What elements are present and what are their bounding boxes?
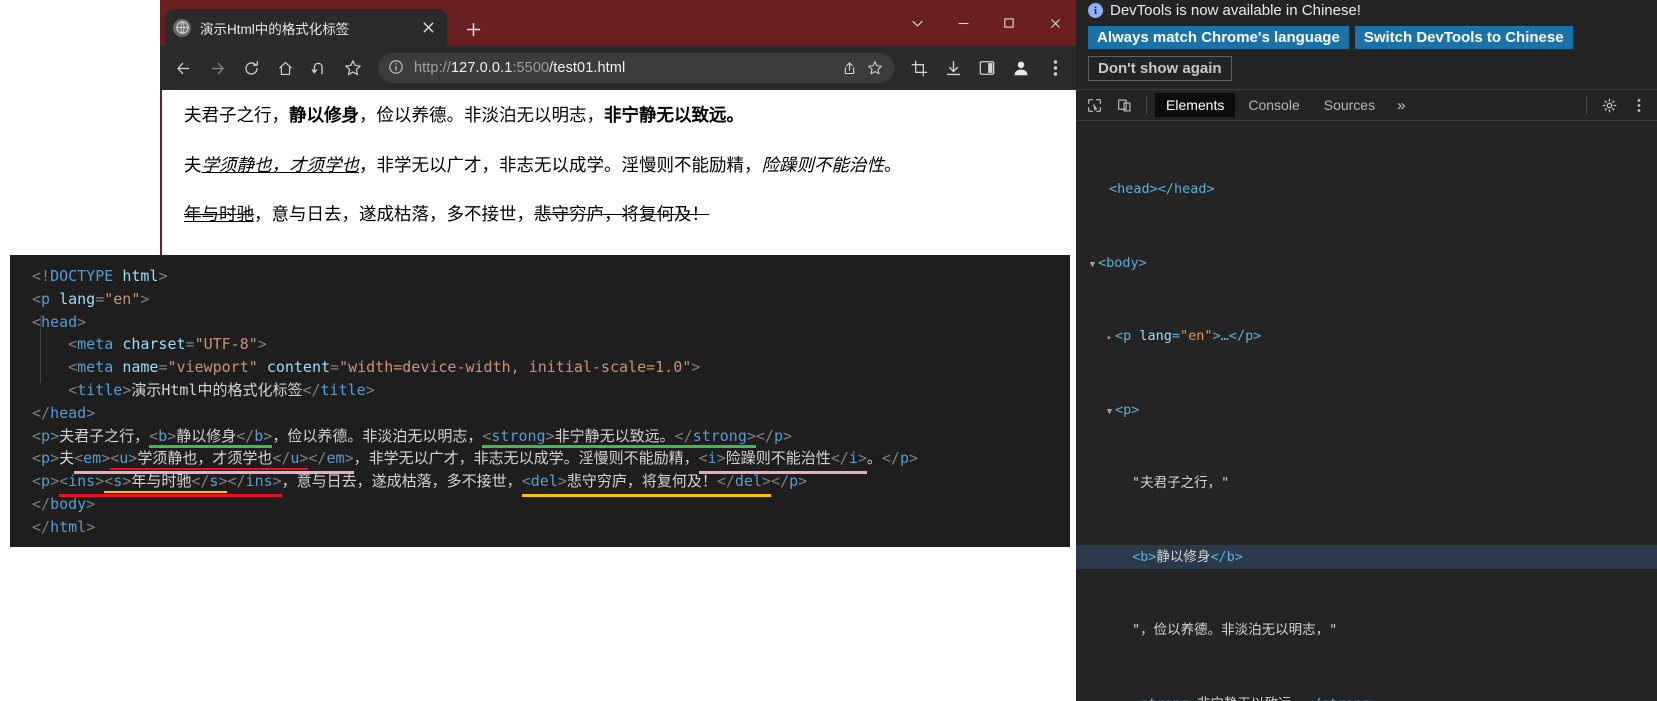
elements-tree[interactable]: ▸<head></head> ▼<body> ▸<p lang="en">…</… (1076, 121, 1657, 701)
p3-ins-strike: 年与时驰 (184, 204, 254, 225)
info-circle-icon: i (1088, 3, 1103, 18)
code-line: <p lang="en"> (32, 289, 150, 308)
inspect-element-icon[interactable] (1080, 92, 1108, 118)
tree-row[interactable]: ▸ <p lang="en">…</p> (1076, 324, 1657, 349)
page-paragraph-3: 年与时驰，意与日去，遂成枯落，多不接世，悲守穷庐，将复何及！ (184, 203, 1060, 227)
tree-row-selected[interactable]: <b>静以修身</b> (1076, 544, 1657, 569)
share-icon[interactable] (836, 55, 862, 81)
window-controls (894, 0, 1078, 46)
p3-text-1: ，意与日去，遂成枯落，多不接世， (254, 204, 534, 225)
tab-console[interactable]: Console (1237, 93, 1310, 117)
p1-bold: 静以修身 (289, 105, 359, 125)
code-line: <p><ins><s>年与时驰</s></ins>，意与日去，遂成枯落，多不接世… (32, 472, 808, 491)
tab-close-icon[interactable] (417, 17, 439, 39)
code-line: <meta name="viewport" content="width=dev… (68, 358, 701, 377)
star-outline-icon[interactable] (336, 51, 370, 85)
tab-elements[interactable]: Elements (1155, 93, 1236, 117)
device-toolbar-icon[interactable] (1110, 92, 1138, 118)
home-icon[interactable] (268, 51, 302, 85)
devtools-tab-bar: Elements Console Sources » (1076, 89, 1657, 121)
code-line: <head> (32, 312, 87, 331)
dont-show-again-button[interactable]: Don't show again (1088, 56, 1232, 81)
minimize-icon[interactable] (940, 0, 986, 46)
address-bar-url: http://127.0.0.1:5500/test01.html (414, 60, 836, 76)
code-line: </html> (32, 517, 96, 536)
browser-toolbar: http://127.0.0.1:5500/test01.html (160, 46, 1078, 90)
url-port: :5500 (512, 60, 550, 76)
p2-text-1: 夫 (184, 154, 202, 175)
browser-window: 演示Html中的格式化标签 http://127.0.0.1:5500/test… (160, 0, 1078, 256)
tree-row[interactable]: <strong>非宁静无以致远。</strong> (1076, 692, 1657, 701)
p1-text-1: 夫君子之行， (184, 105, 289, 125)
code-content: <!DOCTYPE html> <p lang="en"> <head> <meta… (10, 265, 1070, 539)
close-icon[interactable] (1032, 0, 1078, 46)
code-editor[interactable]: <!DOCTYPE html> <p lang="en"> <head> <meta… (10, 255, 1070, 547)
toolbar-divider (1146, 96, 1147, 114)
more-tabs-icon[interactable]: » (1388, 97, 1414, 114)
code-line: <!DOCTYPE html> (32, 267, 168, 285)
code-line: <meta charset="UTF-8"> (68, 335, 267, 354)
rendered-page: 夫君子之行，静以修身，俭以养德。非淡泊无以明志，非宁静无以致远。 夫学须静也，才… (160, 90, 1078, 256)
devtools-language-banner: i DevTools is now available in Chinese! … (1076, 0, 1657, 89)
always-match-language-button[interactable]: Always match Chrome's language (1088, 26, 1349, 49)
tree-row[interactable]: "，俭以养德。非淡泊无以明志，" (1076, 618, 1657, 643)
screenshot-root: 演示Html中的格式化标签 http://127.0.0.1:5500/test… (0, 0, 1657, 701)
globe-icon (173, 18, 191, 37)
back-arrow-icon[interactable] (166, 51, 200, 85)
devtools-panel: i DevTools is now available in Chinese! … (1076, 0, 1657, 701)
side-panel-icon[interactable] (970, 51, 1004, 85)
tree-row[interactable]: ▸<head></head> (1076, 177, 1657, 202)
code-line: <p>夫<em><u>学须静也，才须学也</u></em>，非学无以广才，非志无… (32, 449, 919, 468)
kebab-menu-icon[interactable] (1625, 92, 1653, 118)
code-line: <p>夫君子之行，<b>静以修身</b>，俭以养德。非淡泊无以明志，<stron… (32, 426, 793, 445)
p2-italic: 险躁则不能治性 (761, 154, 885, 175)
star-icon[interactable] (862, 55, 888, 81)
profile-avatar-icon[interactable] (1004, 51, 1038, 85)
banner-message: DevTools is now available in Chinese! (1110, 2, 1361, 19)
tree-row[interactable]: ▼ <body> (1076, 251, 1657, 276)
p2-em: 学须静也，才须学也 (202, 155, 360, 175)
chevron-down-icon[interactable] (894, 0, 940, 46)
tab-sources[interactable]: Sources (1313, 93, 1386, 117)
url-scheme: http:// (414, 60, 451, 76)
p2-text-3: 。 (884, 154, 902, 175)
kebab-menu-icon[interactable] (1038, 51, 1072, 85)
p1-strong: 非宁静无以致远。 (604, 105, 744, 125)
screenshot-crop-icon[interactable] (902, 51, 936, 85)
p2-text-2: ，非学无以广才，非志无以成学。淫慢则不能励精， (359, 154, 762, 175)
url-host: 127.0.0.1 (450, 60, 513, 76)
code-line: </body> (32, 494, 96, 513)
code-line: </head> (32, 403, 96, 422)
download-icon[interactable] (936, 51, 970, 85)
p3-del: 悲守穷庐，将复何及！ (534, 204, 709, 225)
forward-arrow-icon[interactable] (200, 51, 234, 85)
switch-to-chinese-button[interactable]: Switch DevTools to Chinese (1354, 26, 1573, 49)
page-info-icon[interactable] (388, 59, 406, 77)
address-bar[interactable]: http://127.0.0.1:5500/test01.html (378, 53, 894, 83)
code-line: <title>演示Html中的格式化标签</title> (68, 380, 375, 399)
new-tab-button[interactable] (460, 16, 486, 42)
p2-underline: 学须静也，才须学也 (201, 154, 360, 175)
toolbar-divider-2 (1586, 96, 1587, 114)
maximize-icon[interactable] (986, 0, 1032, 46)
p1-text-2: ，俭以养德。非淡泊无以明志， (359, 105, 604, 125)
undo-arrow-icon[interactable] (302, 51, 336, 85)
reload-icon[interactable] (234, 51, 268, 85)
gear-icon[interactable] (1595, 92, 1623, 118)
browser-tab[interactable]: 演示Html中的格式化标签 (165, 9, 447, 46)
tree-row[interactable]: ▼ <p> (1076, 398, 1657, 423)
page-paragraph-1: 夫君子之行，静以修身，俭以养德。非淡泊无以明志，非宁静无以致远。 (184, 104, 1060, 128)
tab-title: 演示Html中的格式化标签 (200, 21, 350, 37)
tree-row[interactable]: "夫君子之行，" (1076, 471, 1657, 496)
url-path: /test01.html (549, 60, 626, 76)
tab-strip: 演示Html中的格式化标签 (160, 0, 1078, 46)
page-paragraph-2: 夫学须静也，才须学也，非学无以广才，非志无以成学。淫慢则不能励精，险躁则不能治性… (184, 154, 1060, 178)
